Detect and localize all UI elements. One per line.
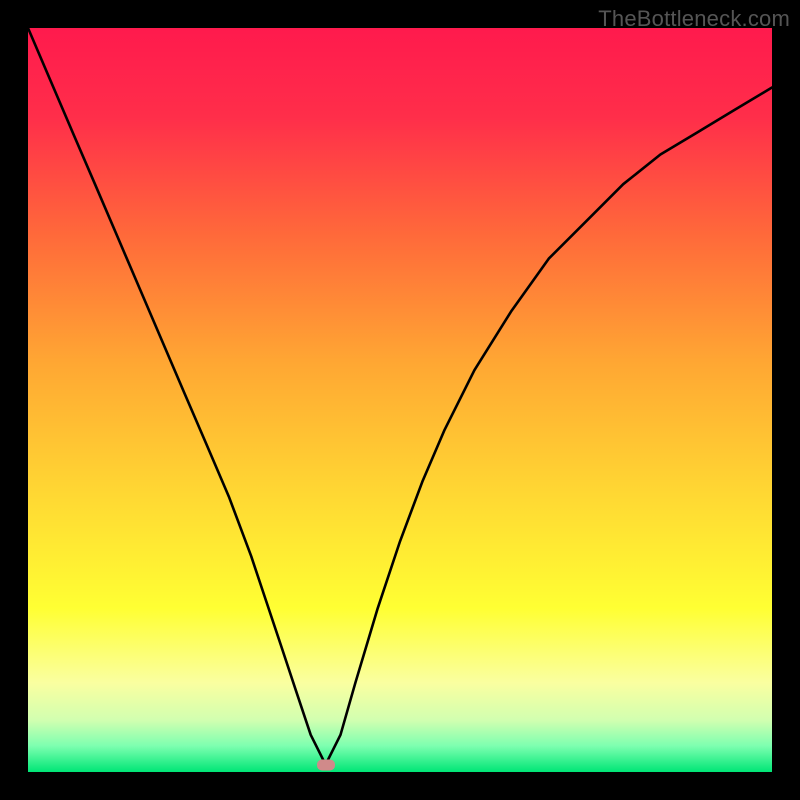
plot-area [28, 28, 772, 772]
minimum-marker [317, 759, 335, 770]
chart-background [28, 28, 772, 772]
chart-frame: TheBottleneck.com [0, 0, 800, 800]
chart-svg [28, 28, 772, 772]
watermark-text: TheBottleneck.com [598, 6, 790, 32]
